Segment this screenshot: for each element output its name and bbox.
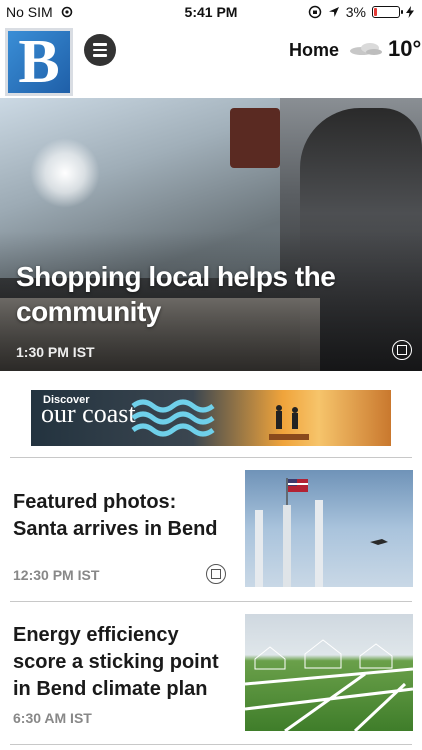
- battery-percent: 3%: [345, 4, 366, 20]
- story-timestamp: 6:30 AM IST: [13, 710, 92, 726]
- ad-silhouettes: [269, 405, 309, 440]
- ad-banner[interactable]: Discover our coast: [31, 390, 391, 446]
- divider: [10, 744, 412, 745]
- story-thumbnail[interactable]: [245, 614, 413, 731]
- hero-headline[interactable]: Shopping local helps the community: [16, 259, 336, 329]
- story-thumbnail[interactable]: [245, 470, 413, 587]
- divider: [10, 457, 412, 458]
- gallery-icon: [392, 340, 412, 360]
- charging-bolt-icon: [406, 6, 414, 18]
- app-header: B Home 10°: [0, 24, 422, 98]
- cloud-icon: [350, 43, 382, 55]
- orientation-lock-icon: [308, 5, 322, 19]
- section-title[interactable]: Home: [289, 40, 339, 61]
- hero-timestamp: 1:30 PM IST: [16, 344, 95, 360]
- story-headline[interactable]: Featured photos: Santa arrives in Bend: [13, 489, 231, 543]
- story-timestamp: 12:30 PM IST: [13, 567, 100, 583]
- divider: [10, 601, 412, 602]
- hero-story[interactable]: Shopping local helps the community 1:30 …: [0, 98, 422, 371]
- location-icon: [328, 7, 339, 17]
- temperature: 10°: [388, 36, 422, 61]
- battery-icon: [372, 6, 403, 18]
- menu-button[interactable]: [84, 34, 116, 66]
- houses-photo: [245, 639, 413, 731]
- gallery-icon: [206, 564, 226, 584]
- santa-photo: [255, 478, 388, 587]
- bulletin-logo[interactable]: B: [5, 28, 73, 96]
- list-item[interactable]: Energy efficiency score a sticking point…: [0, 614, 422, 734]
- waves-icon: [131, 399, 215, 437]
- ad-brand: our coast: [41, 399, 136, 428]
- weather-widget[interactable]: 10°: [348, 36, 421, 62]
- list-item[interactable]: Featured photos: Santa arrives in Bend 1…: [0, 470, 422, 600]
- story-headline[interactable]: Energy efficiency score a sticking point…: [13, 622, 231, 703]
- status-bar: No SIM 5:41 PM 3%: [0, 0, 422, 24]
